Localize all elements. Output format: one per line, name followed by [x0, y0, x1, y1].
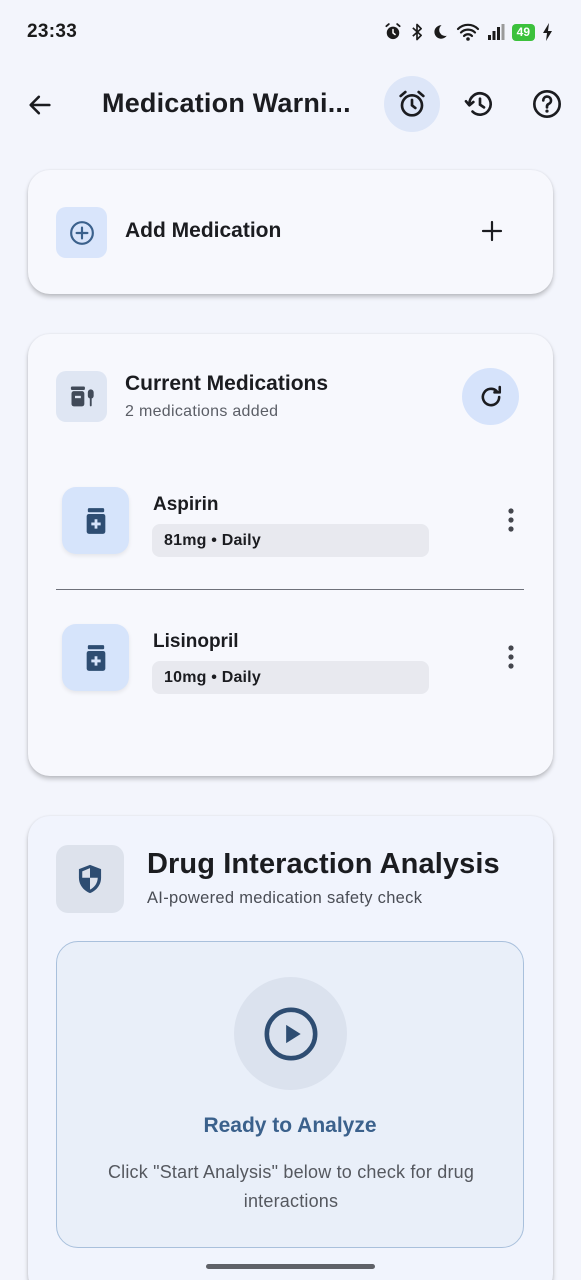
battery-icon: 49 [511, 23, 535, 41]
current-medications-card: Current Medications 2 medications added … [28, 334, 553, 776]
charging-icon [542, 23, 553, 41]
add-medication-label: Add Medication [125, 219, 282, 242]
bluetooth-icon [410, 22, 424, 42]
status-bar: 23:33 49 [0, 0, 581, 64]
analysis-title: Drug Interaction Analysis [147, 848, 500, 880]
medication-more-button[interactable] [496, 642, 526, 672]
back-button[interactable] [18, 83, 62, 127]
medications-icon-tile [56, 371, 107, 422]
help-icon [533, 90, 561, 118]
medication-dose: 81mg • Daily [152, 524, 429, 557]
history-button[interactable] [458, 82, 502, 126]
medication-name: Lisinopril [153, 631, 239, 652]
app-bar: Medication Warni... [0, 76, 581, 134]
status-icons: 49 [383, 22, 553, 42]
help-button[interactable] [525, 82, 569, 126]
medication-more-button[interactable] [496, 505, 526, 535]
medication-item[interactable]: Lisinopril 10mg • Daily [56, 609, 526, 719]
current-medications-title: Current Medications [125, 372, 329, 395]
wifi-icon [456, 22, 480, 42]
add-medication-icon-tile [56, 207, 107, 258]
medication-bottle-icon [86, 507, 105, 534]
reminders-button[interactable] [384, 76, 440, 132]
more-vertical-icon [508, 508, 514, 532]
medication-bottle-icon-tile [62, 624, 129, 691]
drug-interaction-card: Drug Interaction Analysis AI-powered med… [28, 816, 553, 1280]
refresh-icon [481, 385, 501, 406]
medication-dose: 10mg • Daily [152, 661, 429, 694]
analysis-status-panel: Ready to Analyze Click "Start Analysis" … [56, 941, 524, 1248]
ready-description: Click "Start Analysis" below to check fo… [107, 1162, 475, 1211]
medication-item[interactable]: Aspirin 81mg • Daily [56, 472, 526, 582]
shield-icon-tile [56, 845, 124, 913]
start-analysis-play-button[interactable] [234, 977, 347, 1090]
add-circle-icon [69, 220, 94, 245]
history-icon [464, 92, 492, 116]
refresh-button[interactable] [462, 368, 519, 425]
plus-icon [481, 220, 503, 242]
page-title: Medication Warni... [102, 88, 351, 118]
ready-title: Ready to Analyze [203, 1114, 377, 1137]
medication-name: Aspirin [153, 494, 219, 515]
medication-divider [56, 589, 524, 590]
medication-bottle-icon [86, 644, 105, 671]
shield-icon [78, 864, 102, 894]
back-arrow-icon [29, 95, 51, 115]
medication-pill-icon [70, 386, 94, 406]
alarm-icon [399, 90, 425, 117]
analysis-subtitle: AI-powered medication safety check [147, 889, 423, 907]
play-circle-icon [264, 1007, 317, 1060]
moon-icon [431, 23, 449, 41]
alarm-icon [383, 22, 403, 42]
add-medication-button[interactable] [475, 214, 509, 248]
signal-icon [487, 23, 505, 41]
add-medication-card[interactable]: Add Medication [28, 170, 553, 294]
current-medications-count: 2 medications added [125, 403, 279, 420]
more-vertical-icon [508, 645, 514, 669]
status-time: 23:33 [27, 21, 78, 42]
medication-bottle-icon-tile [62, 487, 129, 554]
home-indicator[interactable] [206, 1264, 375, 1269]
